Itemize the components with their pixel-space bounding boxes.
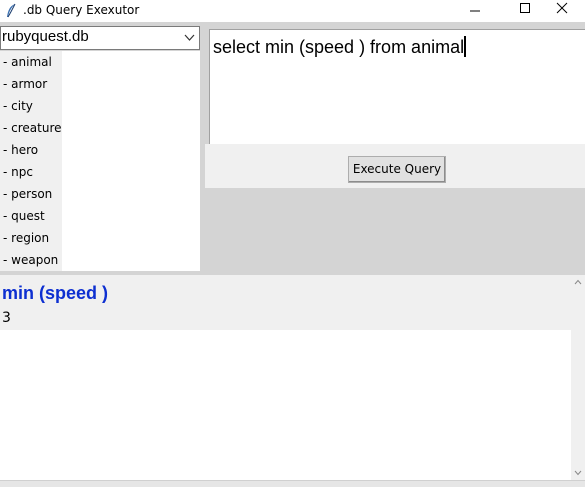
result-column-header: min (speed ) [2, 283, 109, 303]
result-cell: 3 [2, 310, 11, 326]
table-item-quest[interactable]: - quest [0, 205, 62, 227]
table-item-armor[interactable]: - armor [0, 73, 62, 95]
title-bar: .db Query Exexutor [0, 0, 585, 22]
query-input[interactable]: select min (speed ) from animal [209, 29, 585, 144]
table-list-items: - animal - armor - city - creature - her… [0, 51, 62, 271]
feather-icon [7, 3, 16, 18]
scroll-down-icon[interactable] [574, 470, 582, 476]
execute-query-button[interactable]: Execute Query [348, 156, 446, 183]
execute-area: Execute Query [205, 144, 585, 188]
chevron-down-icon [184, 34, 195, 41]
query-text-value: select min (speed ) from animal [213, 37, 465, 57]
close-button[interactable] [539, 0, 585, 22]
window-title: .db Query Exexutor [23, 3, 140, 17]
maximize-icon [520, 3, 530, 13]
table-item-person[interactable]: - person [0, 183, 62, 205]
table-item-weapon[interactable]: - weapon [0, 249, 62, 271]
table-item-npc[interactable]: - npc [0, 161, 62, 183]
table-item-region[interactable]: - region [0, 227, 62, 249]
results-table: min (speed ) 3 [0, 275, 571, 480]
minimize-icon [470, 10, 480, 12]
table-item-city[interactable]: - city [0, 95, 62, 117]
table-list: - animal - armor - city - creature - her… [0, 51, 200, 271]
app-body: rubyquest.db - animal - armor - city - c… [0, 22, 585, 487]
table-item-hero[interactable]: - hero [0, 139, 62, 161]
database-select[interactable]: rubyquest.db [0, 26, 200, 50]
close-icon [556, 2, 568, 14]
minimize-button[interactable] [452, 0, 498, 22]
results-header: min (speed ) 3 [0, 275, 571, 330]
table-item-animal[interactable]: - animal [0, 51, 62, 73]
text-caret [464, 36, 467, 57]
database-select-value: rubyquest.db [2, 28, 89, 45]
scroll-up-icon[interactable] [574, 279, 582, 285]
query-text: select min (speed ) from animal [213, 36, 467, 58]
maximize-button[interactable] [498, 0, 544, 22]
results-scrollbar[interactable] [571, 275, 585, 480]
table-item-creature[interactable]: - creature [0, 117, 62, 139]
